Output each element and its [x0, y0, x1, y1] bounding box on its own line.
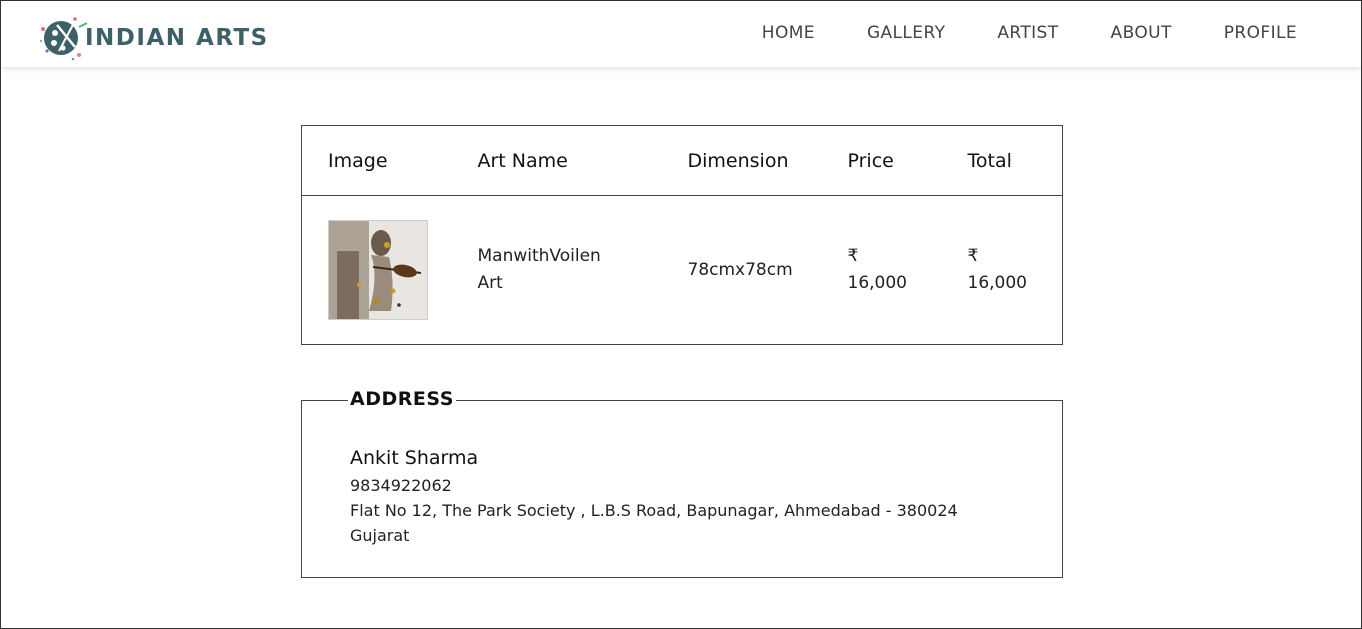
total-value: 16,000: [967, 273, 1027, 293]
header-dimension: Dimension: [661, 125, 822, 196]
cell-dimension: 78cmx78cm: [687, 259, 793, 280]
table-row: ManwithVoilen Art 78cmx78cm ₹ 16,000 ₹ 1…: [302, 196, 1063, 345]
table-header-row: Image Art Name Dimension Price Total: [301, 125, 1063, 196]
total-currency: ₹: [967, 246, 979, 266]
address-legend: ADDRESS: [348, 388, 456, 410]
address-line: Flat No 12, The Park Society , L.B.S Roa…: [350, 501, 958, 520]
nav-profile[interactable]: PROFILE: [1224, 23, 1297, 43]
nav-home[interactable]: HOME: [762, 23, 815, 43]
cell-total: ₹ 16,000: [942, 196, 1063, 345]
cart-table: Image Art Name Dimension Price Total Man…: [301, 125, 1063, 345]
brand-logo[interactable]: INDIAN ARTS: [35, 11, 269, 63]
header-price: Price: [821, 125, 942, 196]
address-phone: 9834922062: [350, 476, 452, 495]
nav-about[interactable]: ABOUT: [1111, 23, 1172, 43]
palette-icon: [35, 11, 88, 63]
price-currency: ₹: [847, 246, 859, 266]
navbar: INDIAN ARTS HOME GALLERY ARTIST ABOUT PR…: [1, 1, 1361, 67]
art-thumbnail[interactable]: [328, 220, 428, 320]
main-nav: HOME GALLERY ARTIST ABOUT PROFILE: [762, 23, 1297, 43]
cell-art-name: ManwithVoilen Art: [477, 246, 601, 293]
header-total: Total: [941, 125, 1063, 196]
cell-image: [302, 196, 452, 345]
header-image: Image: [301, 125, 452, 196]
header-art-name: Art Name: [451, 125, 662, 196]
nav-gallery[interactable]: GALLERY: [867, 23, 945, 43]
price-value: 16,000: [847, 273, 907, 293]
address-name: Ankit Sharma: [350, 447, 479, 469]
address-box: ADDRESS Ankit Sharma 9834922062 Flat No …: [301, 388, 1063, 578]
address-state: Gujarat: [350, 526, 410, 545]
nav-artist[interactable]: ARTIST: [997, 23, 1058, 43]
brand-name: INDIAN ARTS: [85, 25, 269, 51]
cell-price: ₹ 16,000: [822, 196, 942, 345]
